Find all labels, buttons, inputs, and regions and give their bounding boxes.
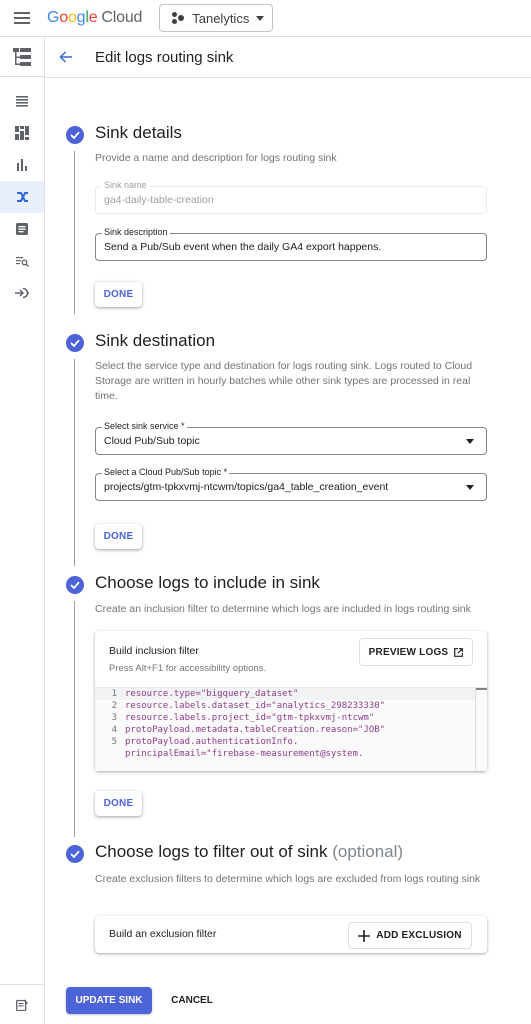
step-connector xyxy=(74,151,75,314)
add-exclusion-button[interactable]: ADD EXCLUSION xyxy=(348,922,472,949)
nav-ingestion[interactable] xyxy=(0,277,44,309)
page-title: Edit logs routing sink xyxy=(95,48,234,66)
step-description: Create exclusion filters to determine wh… xyxy=(95,873,481,885)
logs-search-icon xyxy=(15,257,29,267)
button-label: PREVIEW LOGS xyxy=(368,646,449,658)
step-title: Choose logs to include in sink xyxy=(95,573,320,592)
field-label: Select sink service * xyxy=(102,421,187,432)
arrow-back-icon xyxy=(59,51,72,63)
step-connector xyxy=(74,601,75,837)
step-description: Select the service type and destination … xyxy=(95,360,473,402)
field-value: Cloud Pub/Sub topic xyxy=(104,435,200,447)
code-line: 2 resource.labels.dataset_id="analytics_2… xyxy=(111,701,386,711)
card-title: Build an exclusion filter xyxy=(109,928,217,940)
ingest-icon xyxy=(15,287,29,299)
scrollbar-thumb[interactable] xyxy=(476,688,487,690)
nav-dashboard[interactable] xyxy=(0,117,44,149)
card-title: Build inclusion filter xyxy=(109,645,199,657)
done-button[interactable]: DONE xyxy=(95,282,142,307)
main-menu-icon[interactable] xyxy=(14,12,30,24)
code-line: principalEmail="firebase-measurement@sys… xyxy=(125,749,364,759)
nav-log-router[interactable] xyxy=(0,181,44,213)
field-value: Send a Pub/Sub event when the daily GA4 … xyxy=(104,241,382,253)
nav-list[interactable] xyxy=(0,85,44,117)
product-nav-toggle[interactable] xyxy=(0,37,44,77)
chevron-down-icon xyxy=(256,15,265,21)
code-line: 5 protoPayload.authenticationInfo. xyxy=(111,737,299,747)
step-title: Sink destination xyxy=(95,331,216,350)
step-title: Choose logs to filter out of sink (optio… xyxy=(95,842,404,861)
editor-scrollbar[interactable] xyxy=(475,688,487,771)
list-icon xyxy=(16,96,28,107)
step-complete-check-icon xyxy=(66,576,84,594)
step-description: Provide a name and description for logs … xyxy=(95,152,337,164)
nav-metrics[interactable] xyxy=(0,149,44,181)
sink-description-field[interactable]: Sink description Send a Pub/Sub event wh… xyxy=(95,227,487,261)
step-complete-check-icon xyxy=(66,334,84,352)
card-subtitle: Press Alt+F1 for accessibility options. xyxy=(109,663,267,674)
project-icon xyxy=(172,12,185,24)
field-value: ga4-daily-table-creation xyxy=(104,194,214,206)
google-cloud-logo[interactable]: Google Cloud xyxy=(47,9,142,27)
dropdown-arrow-icon xyxy=(466,439,474,444)
field-label: Sink description xyxy=(102,227,170,238)
field-label: Select a Cloud Pub/Sub topic * xyxy=(102,467,230,478)
left-nav xyxy=(0,37,45,1024)
step-complete-check-icon xyxy=(66,126,84,144)
pubsub-topic-select[interactable]: Select a Cloud Pub/Sub topic * projects/… xyxy=(95,467,487,501)
sink-service-select[interactable]: Select sink service * Cloud Pub/Sub topi… xyxy=(95,421,487,455)
plus-icon xyxy=(358,929,371,942)
code-line: 1 resource.type="bigquery_dataset" xyxy=(111,689,299,699)
done-button[interactable]: DONE xyxy=(95,791,142,816)
update-sink-button[interactable]: UPDATE SINK xyxy=(66,987,152,1014)
release-notes-button[interactable] xyxy=(0,984,44,1024)
page-header: Edit logs routing sink xyxy=(45,37,531,78)
release-notes-icon xyxy=(16,998,28,1011)
bar-chart-icon xyxy=(17,159,27,171)
inclusion-filter-card: Build inclusion filter Press Alt+F1 for … xyxy=(95,631,487,771)
logging-product-icon xyxy=(13,47,31,66)
router-shuffle-icon xyxy=(16,192,28,202)
document-icon xyxy=(16,223,28,235)
dashboard-icon xyxy=(15,126,29,140)
open-in-new-icon xyxy=(454,647,464,657)
step-description: Create an inclusion filter to determine … xyxy=(95,603,471,615)
step-complete-check-icon xyxy=(66,845,84,863)
done-button[interactable]: DONE xyxy=(95,524,142,549)
cancel-button[interactable]: CANCEL xyxy=(165,987,219,1014)
field-value: projects/gtm-tpkxvmj-ntcwm/topics/ga4_ta… xyxy=(104,481,389,493)
top-bar: Google Cloud Tanelytics xyxy=(0,0,531,37)
back-button[interactable] xyxy=(59,49,75,65)
nav-logs-explorer[interactable] xyxy=(0,245,44,277)
sink-name-field[interactable]: Sink name ga4-daily-table-creation xyxy=(95,180,487,214)
project-name: Tanelytics xyxy=(192,10,250,26)
button-label: ADD EXCLUSION xyxy=(376,930,462,941)
code-line: 4 protoPayload.metadata.tableCreation.rea… xyxy=(111,725,386,735)
form-footer: UPDATE SINK CANCEL xyxy=(45,984,531,1024)
code-line: 3 resource.labels.project_id="gtm-tpkxvmj… xyxy=(111,713,375,723)
step-connector xyxy=(74,359,75,566)
preview-logs-button[interactable]: PREVIEW LOGS xyxy=(359,638,473,666)
step-title: Sink details xyxy=(95,123,182,142)
field-label: Sink name xyxy=(102,180,149,191)
project-picker[interactable]: Tanelytics xyxy=(159,4,274,32)
optional-label: (optional) xyxy=(332,842,404,861)
exclusion-filter-card: Build an exclusion filter ADD EXCLUSION xyxy=(95,916,487,953)
nav-storage[interactable] xyxy=(0,213,44,245)
filter-code-editor[interactable]: 1 resource.type="bigquery_dataset" 2 resou… xyxy=(95,687,487,771)
dropdown-arrow-icon xyxy=(466,485,474,490)
